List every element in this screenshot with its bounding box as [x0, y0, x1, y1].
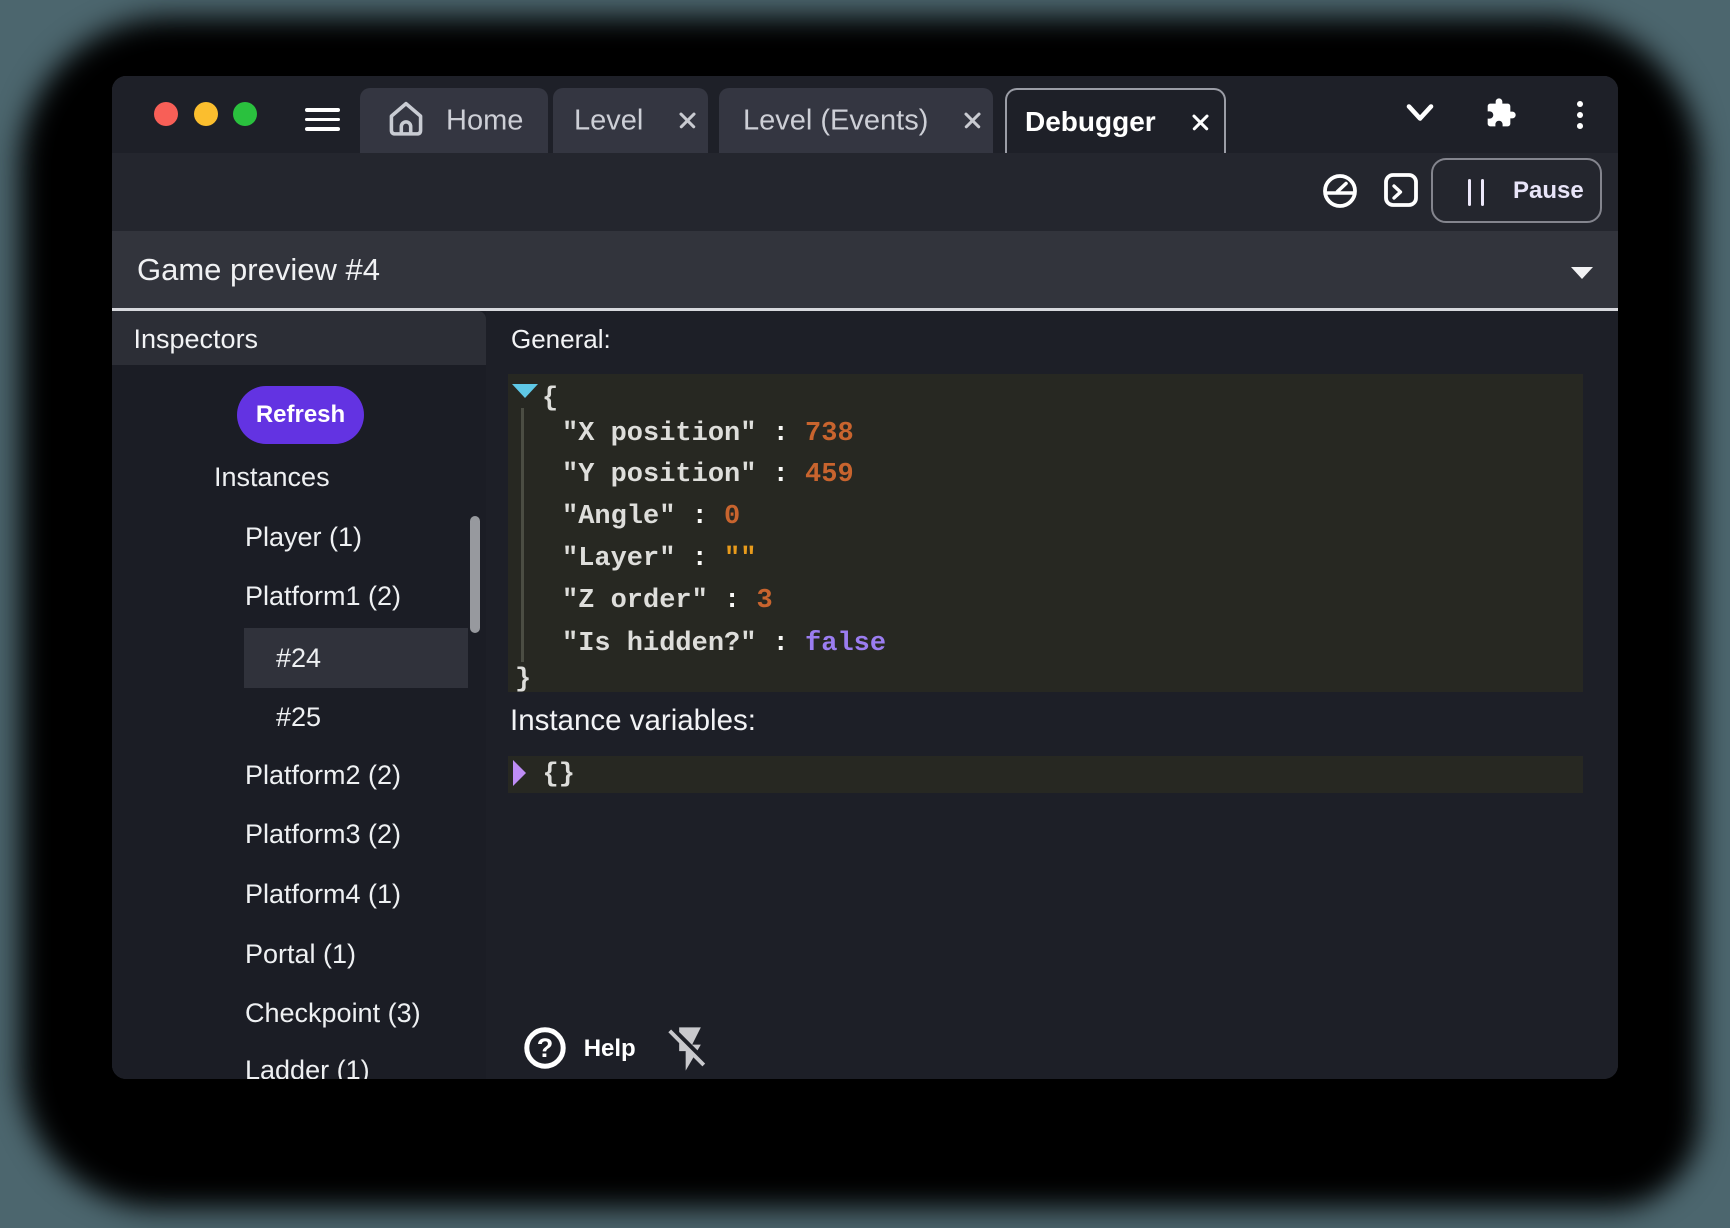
svg-text:?: ?: [537, 1033, 554, 1063]
